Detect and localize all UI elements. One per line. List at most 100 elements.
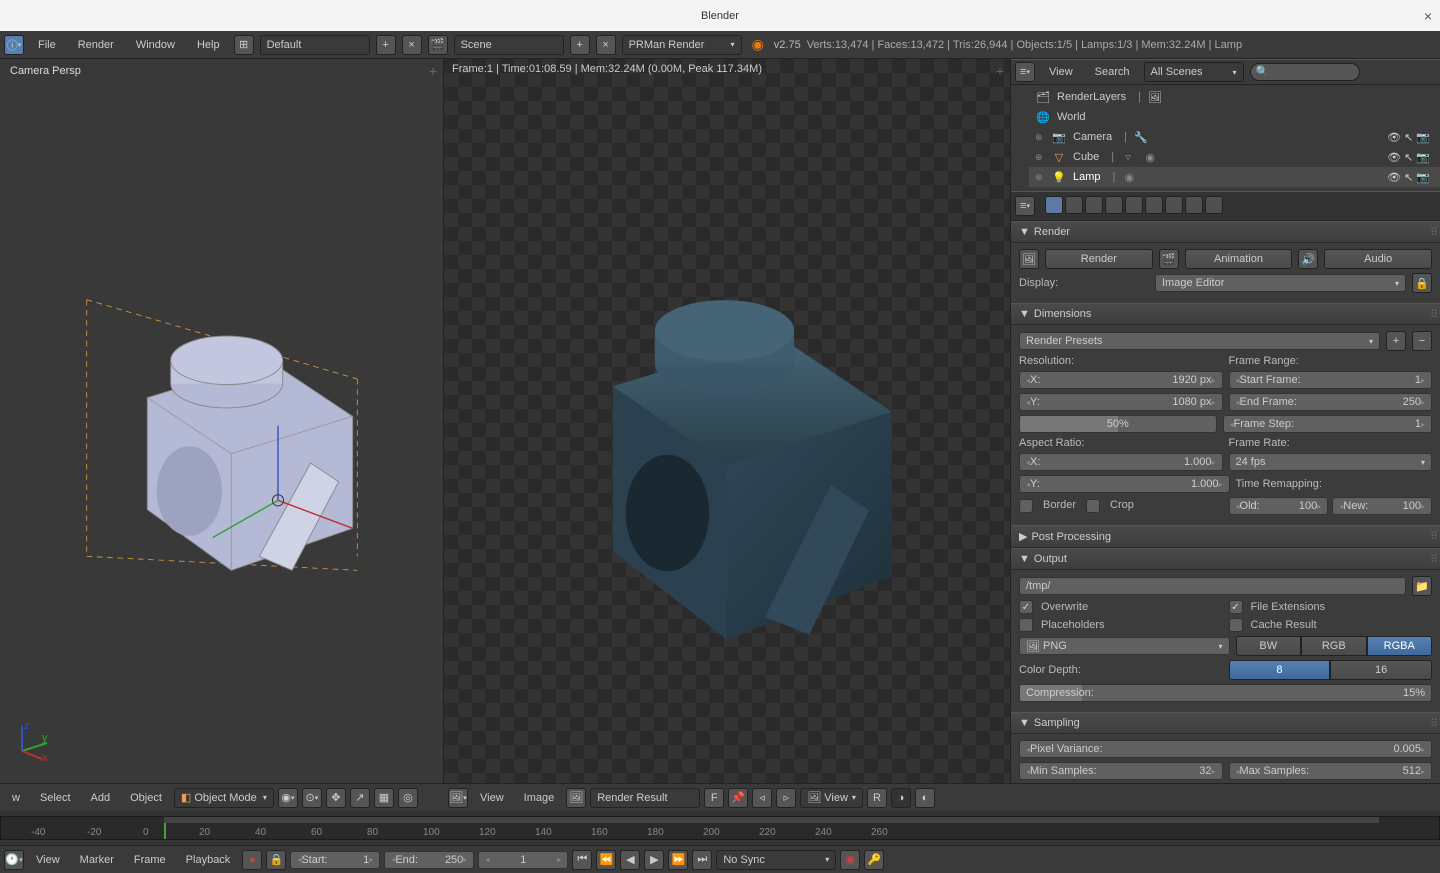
particles-tab[interactable] [1205, 196, 1223, 214]
dimensions-header[interactable]: ▼Dimensions⠿ [1011, 303, 1440, 325]
object-tab[interactable] [1125, 196, 1143, 214]
info-icon[interactable]: ⓘ▾ [4, 35, 24, 55]
timeline-ruler[interactable]: -40-200204060801001201401601802002202402… [0, 816, 1440, 840]
remove-scene-button[interactable]: × [596, 35, 616, 55]
max-samples-field[interactable]: ◂Max Samples:512▸ [1229, 762, 1433, 780]
resolution-scale-slider[interactable]: 50% [1019, 415, 1217, 433]
rgba-button[interactable]: RGBA [1367, 636, 1433, 656]
constraint-tab[interactable] [1145, 196, 1163, 214]
help-menu[interactable]: Help [189, 39, 228, 51]
jump-start-icon[interactable]: ⏮ [572, 850, 592, 870]
animation-icon[interactable]: 🎬 [1159, 249, 1179, 269]
outliner-type-icon[interactable]: ≡▾ [1015, 62, 1035, 82]
outliner-view-menu[interactable]: View [1041, 66, 1081, 78]
add-layout-button[interactable]: + [376, 35, 396, 55]
view3d-select-menu[interactable]: Select [32, 792, 79, 804]
pivot-icon[interactable]: ⊙▾ [302, 788, 322, 808]
outliner-item-lamp[interactable]: ⊕ 💡 Lamp | ◉ 👁↖📷 [1029, 167, 1440, 187]
transform-axis-icon[interactable]: ↗ [350, 788, 370, 808]
timeline-frame-menu[interactable]: Frame [126, 854, 174, 866]
end-frame-field[interactable]: ◂End Frame:250▸ [1229, 393, 1433, 411]
bw-button[interactable]: BW [1236, 636, 1302, 656]
outliner-item-world[interactable]: 🌐 World [1029, 107, 1440, 127]
audio-icon[interactable]: 🔊 [1298, 249, 1318, 269]
render-layers-tab[interactable] [1065, 196, 1083, 214]
play-reverse-icon[interactable]: ◀ [620, 850, 640, 870]
folder-icon[interactable]: 📁 [1412, 576, 1432, 596]
render-menu[interactable]: Render [70, 39, 122, 51]
camera-toggle-icon[interactable]: 📷 [1416, 151, 1430, 164]
render-button[interactable]: Render [1045, 249, 1153, 269]
crop-checkbox[interactable] [1086, 499, 1100, 513]
f-button[interactable]: F [704, 788, 724, 808]
render-panel-header[interactable]: ▼Render⠿ [1011, 221, 1440, 243]
remove-layout-button[interactable]: × [402, 35, 422, 55]
start-frame-field[interactable]: ◂Start:1▸ [290, 851, 380, 869]
close-icon[interactable]: × [1424, 8, 1432, 24]
resolution-x-field[interactable]: ◂X:1920 px▸ [1019, 371, 1223, 389]
render-image-icon[interactable]: 🖼 [1019, 249, 1039, 269]
timeline[interactable]: -40-200204060801001201401601802002202402… [0, 811, 1440, 845]
animation-button[interactable]: Animation [1185, 249, 1293, 269]
view-mode-select[interactable]: 🖼 View▾ [800, 788, 863, 808]
manipulator-icon[interactable]: ✥ [326, 788, 346, 808]
output-path-field[interactable]: /tmp/ [1019, 577, 1406, 595]
timeline-playback-menu[interactable]: Playback [178, 854, 239, 866]
eye-icon[interactable]: 👁 [1387, 171, 1401, 184]
depth-16-button[interactable]: 16 [1330, 660, 1432, 680]
channel-r-icon[interactable]: R [867, 788, 887, 808]
add-preset-button[interactable]: + [1386, 331, 1406, 351]
world-tab[interactable] [1105, 196, 1123, 214]
w-menu[interactable]: w [4, 792, 28, 804]
keyframe-prev-icon[interactable]: ⏪ [596, 850, 616, 870]
keyframe-next-icon[interactable]: ⏩ [668, 850, 688, 870]
channel-a-icon[interactable]: ◑ [891, 788, 911, 808]
pin-icon[interactable]: 📌 [728, 788, 748, 808]
slot-next-icon[interactable]: ▹ [776, 788, 796, 808]
remove-preset-button[interactable]: − [1412, 331, 1432, 351]
cursor-icon[interactable]: ↖ [1404, 131, 1413, 144]
timeline-marker-menu[interactable]: Marker [72, 854, 122, 866]
frame-rate-select[interactable]: 24 fps▾ [1229, 453, 1433, 471]
scene-tab[interactable] [1085, 196, 1103, 214]
format-select[interactable]: 🖼 PNG▾ [1019, 637, 1230, 655]
timeline-view-menu[interactable]: View [28, 854, 68, 866]
slot-prev-icon[interactable]: ◃ [752, 788, 772, 808]
jump-end-icon[interactable]: ⏭ [692, 850, 712, 870]
scene-icon[interactable]: 🎬 [428, 35, 448, 55]
screen-layout-icon[interactable]: ⊞ [234, 35, 254, 55]
eye-icon[interactable]: 👁 [1387, 151, 1401, 164]
key-icon[interactable]: 🔑 [864, 850, 884, 870]
view3d-add-menu[interactable]: Add [83, 792, 119, 804]
texture-tab[interactable] [1185, 196, 1203, 214]
file-menu[interactable]: File [30, 39, 64, 51]
border-checkbox[interactable] [1019, 499, 1033, 513]
cursor-icon[interactable]: ↖ [1404, 151, 1413, 164]
window-menu[interactable]: Window [128, 39, 183, 51]
pixel-variance-field[interactable]: ◂Pixel Variance:0.005▸ [1019, 740, 1432, 758]
aspect-y-field[interactable]: ◂Y:1.000▸ [1019, 475, 1230, 493]
render-presets-select[interactable]: Render Presets▾ [1019, 332, 1380, 350]
camera-toggle-icon[interactable]: 📷 [1416, 171, 1430, 184]
rgb-button[interactable]: RGB [1301, 636, 1367, 656]
aspect-x-field[interactable]: ◂X:1.000▸ [1019, 453, 1223, 471]
eye-icon[interactable]: 👁 [1387, 131, 1401, 144]
data-tab[interactable] [1165, 196, 1183, 214]
auto-key-icon[interactable]: ● [242, 850, 262, 870]
layers-icon[interactable]: ▦ [374, 788, 394, 808]
outliner-item-cube[interactable]: ⊕ ▽ Cube | ▿ ◉ 👁↖📷 [1029, 147, 1440, 167]
min-samples-field[interactable]: ◂Min Samples:32▸ [1019, 762, 1223, 780]
outliner-filter-select[interactable]: All Scenes▾ [1144, 62, 1244, 82]
end-frame-field[interactable]: ◂End:250▸ [384, 851, 474, 869]
record-icon[interactable]: ◉ [840, 850, 860, 870]
image-slot-select[interactable]: Render Result [590, 788, 700, 808]
expand-icon[interactable]: + [996, 63, 1004, 79]
frame-step-field[interactable]: ◂Frame Step:1▸ [1223, 415, 1433, 433]
compression-slider[interactable]: Compression:15% [1019, 684, 1432, 702]
timeline-type-icon[interactable]: 🕐▾ [4, 850, 24, 870]
file-extensions-checkbox[interactable] [1229, 600, 1243, 614]
shading-sphere-icon[interactable]: ◉▾ [278, 788, 298, 808]
image-image-menu[interactable]: Image [516, 792, 563, 804]
sampling-header[interactable]: ▼Sampling⠿ [1011, 712, 1440, 734]
sync-select[interactable]: No Sync▾ [716, 850, 836, 870]
